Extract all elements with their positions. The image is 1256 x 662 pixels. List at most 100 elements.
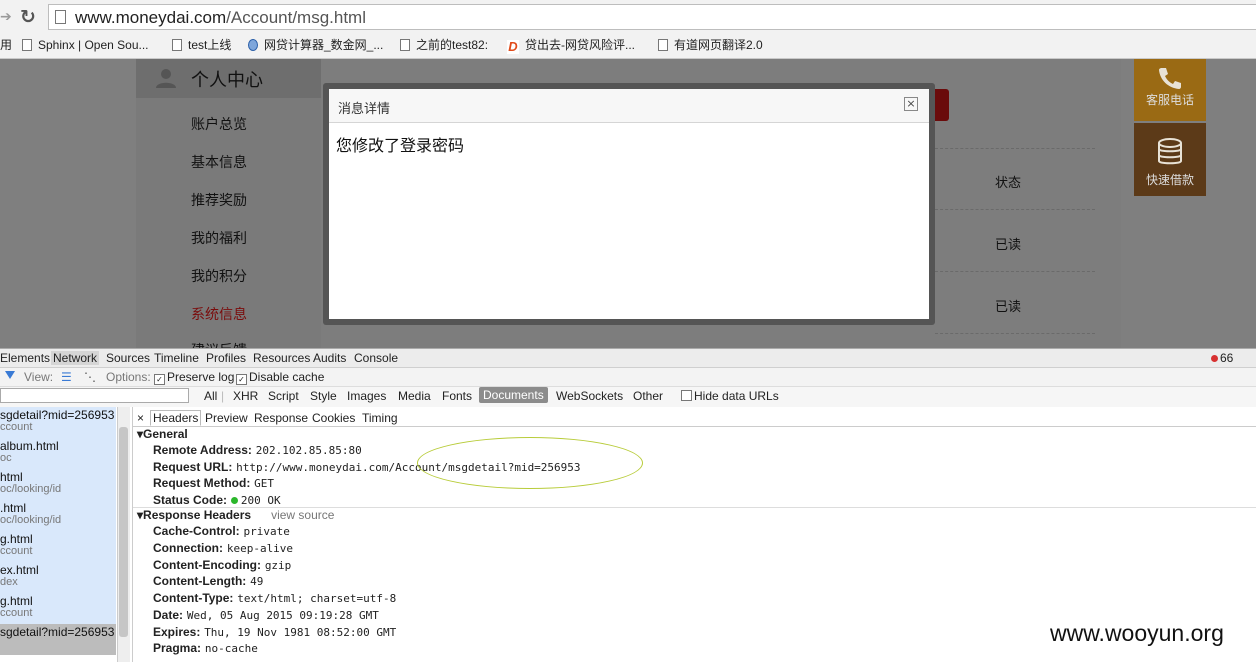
- tab-sources[interactable]: Sources: [106, 351, 150, 365]
- watermark: www.wooyun.org: [1050, 620, 1224, 646]
- sidebar-item-basic-info[interactable]: 基本信息: [191, 152, 247, 172]
- url-text[interactable]: www.moneydai.com/Account/msg.html: [75, 7, 366, 29]
- tab-timing[interactable]: Timing: [362, 411, 398, 425]
- overview-icon[interactable]: ⋱: [84, 370, 96, 384]
- scrollbar-thumb[interactable]: [119, 427, 128, 637]
- customer-service-phone-button[interactable]: 客服电话: [1134, 59, 1206, 121]
- request-row[interactable]: html oc/looking/id: [0, 469, 116, 500]
- preserve-log-checkbox[interactable]: ✓ Preserve log: [154, 370, 234, 385]
- tab-preview[interactable]: Preview: [205, 411, 248, 425]
- back-arrow-icon[interactable]: ➔: [0, 7, 12, 27]
- general-section-toggle[interactable]: ▾General: [137, 427, 188, 441]
- tab-cookies[interactable]: Cookies: [312, 411, 355, 425]
- filter-websockets[interactable]: WebSockets: [556, 389, 623, 403]
- header-value: Wed, 05 Aug 2015 09:19:28 GMT: [186, 609, 379, 622]
- bookmark-item[interactable]: 之前的test82:: [400, 36, 488, 54]
- response-headers-section-toggle[interactable]: ▾Response Headers view source: [137, 508, 334, 522]
- checkbox-icon: ✓: [236, 374, 247, 385]
- error-icon: [1211, 355, 1218, 362]
- view-source-link[interactable]: view source: [271, 508, 334, 522]
- header-value: gzip: [264, 559, 292, 572]
- globe-icon: [248, 39, 258, 51]
- filter-style[interactable]: Style: [310, 389, 337, 403]
- header-key: Request URL:: [153, 460, 233, 474]
- filter-input[interactable]: [0, 388, 189, 403]
- error-count-badge[interactable]: 66: [1211, 351, 1233, 365]
- filter-images[interactable]: Images: [347, 389, 386, 403]
- sidebar-item-account-overview[interactable]: 账户总览: [191, 114, 247, 134]
- sidebar-item-points[interactable]: 我的积分: [191, 266, 247, 286]
- hide-data-urls-label: Hide data URLs: [694, 389, 779, 403]
- bookmark-label: 贷出去-网贷风险评...: [525, 38, 635, 52]
- request-name: g.html: [0, 594, 33, 608]
- request-row[interactable]: ex.html dex: [0, 562, 116, 593]
- status-cell: 已读: [995, 300, 1022, 315]
- request-row[interactable]: .html oc/looking/id: [0, 500, 116, 531]
- filter-xhr[interactable]: XHR: [233, 389, 258, 403]
- close-detail-icon[interactable]: ×: [137, 411, 144, 425]
- tab-audits[interactable]: Audits: [313, 351, 346, 365]
- detail-tab-bar: × Headers Preview Response Cookies Timin…: [133, 410, 1256, 427]
- tab-console[interactable]: Console: [354, 351, 398, 365]
- row-divider: [935, 209, 1095, 210]
- request-name: sgdetail?mid=256953: [0, 408, 115, 422]
- request-name: html: [0, 470, 23, 484]
- bookmark-item[interactable]: D 贷出去-网贷风险评...: [507, 36, 635, 54]
- tab-profiles[interactable]: Profiles: [206, 351, 246, 365]
- header-key: Status Code:: [153, 493, 228, 507]
- bookmark-item[interactable]: 网贷计算器_数金网_...: [248, 36, 383, 54]
- bookmark-label: 网贷计算器_数金网_...: [264, 38, 384, 52]
- request-row[interactable]: g.html ccount: [0, 531, 116, 562]
- tab-timeline[interactable]: Timeline: [154, 351, 199, 365]
- tab-network[interactable]: Network: [51, 351, 100, 365]
- filter-fonts[interactable]: Fonts: [442, 389, 472, 403]
- hide-data-urls-checkbox[interactable]: Hide data URLs: [681, 389, 779, 403]
- filter-other[interactable]: Other: [633, 389, 663, 403]
- general-section-title: General: [143, 427, 188, 441]
- sidebar-item-benefits[interactable]: 我的福利: [191, 228, 247, 248]
- request-path: oc/looking/id: [0, 514, 62, 526]
- bookmark-item[interactable]: Sphinx | Open Sou...: [22, 36, 149, 54]
- bookmarks-bar: 用 Sphinx | Open Sou... test上线 网贷计算器_数金网_…: [0, 34, 1256, 56]
- filter-documents[interactable]: Documents: [479, 387, 548, 403]
- bookmark-item[interactable]: 有道网页翻译2.0: [658, 36, 763, 54]
- request-row[interactable]: sgdetail?mid=256953 ccount: [0, 407, 116, 438]
- sidebar-item-feedback[interactable]: 建议反馈: [191, 340, 247, 348]
- close-icon[interactable]: ×: [904, 97, 918, 111]
- bookmark-label: 用: [0, 38, 13, 52]
- disable-cache-label: Disable cache: [249, 370, 325, 384]
- checkbox-icon: [681, 390, 692, 401]
- sidebar-item-system-messages[interactable]: 系统信息: [191, 304, 247, 324]
- header-value: 49: [250, 575, 264, 588]
- sidebar-item-referral-rewards[interactable]: 推荐奖励: [191, 190, 247, 210]
- coins-icon: [1158, 138, 1182, 165]
- header-value: 202.102.85.85:80: [255, 444, 362, 457]
- quick-loan-button[interactable]: 快速借款: [1134, 123, 1206, 196]
- dialog-header: 消息详情 ×: [329, 89, 929, 123]
- response-header-row: Expires: Thu, 19 Nov 1981 08:52:00 GMT: [153, 625, 396, 639]
- tab-headers[interactable]: Headers: [150, 410, 202, 426]
- large-rows-icon[interactable]: ☰: [61, 370, 72, 384]
- request-row[interactable]: g.html ccount: [0, 593, 116, 624]
- response-header-row: Pragma: no-cache: [153, 641, 258, 655]
- highlight-annotation: [417, 437, 643, 489]
- request-row-selected[interactable]: sgdetail?mid=256953: [0, 624, 116, 655]
- header-key: Pragma:: [153, 641, 202, 655]
- tab-elements[interactable]: Elements: [0, 351, 50, 365]
- disable-cache-checkbox[interactable]: ✓ Disable cache: [236, 370, 324, 385]
- request-list: sgdetail?mid=256953 ccount album.html oc h…: [0, 407, 133, 662]
- bookmark-item[interactable]: 用: [0, 36, 12, 54]
- request-name: g.html: [0, 532, 33, 546]
- address-bar[interactable]: www.moneydai.com/Account/msg.html: [48, 4, 1256, 30]
- filter-all[interactable]: All: [204, 389, 217, 403]
- status-cell: 已读: [995, 238, 1022, 253]
- request-row[interactable]: album.html oc: [0, 438, 116, 469]
- tab-resources[interactable]: Resources: [253, 351, 310, 365]
- reload-icon[interactable]: ↻: [20, 6, 40, 28]
- filter-script[interactable]: Script: [268, 389, 299, 403]
- filter-icon[interactable]: [5, 371, 15, 379]
- filter-media[interactable]: Media: [398, 389, 431, 403]
- bookmark-item[interactable]: test上线: [172, 36, 231, 54]
- request-name: album.html: [0, 439, 59, 453]
- tab-response[interactable]: Response: [254, 411, 308, 425]
